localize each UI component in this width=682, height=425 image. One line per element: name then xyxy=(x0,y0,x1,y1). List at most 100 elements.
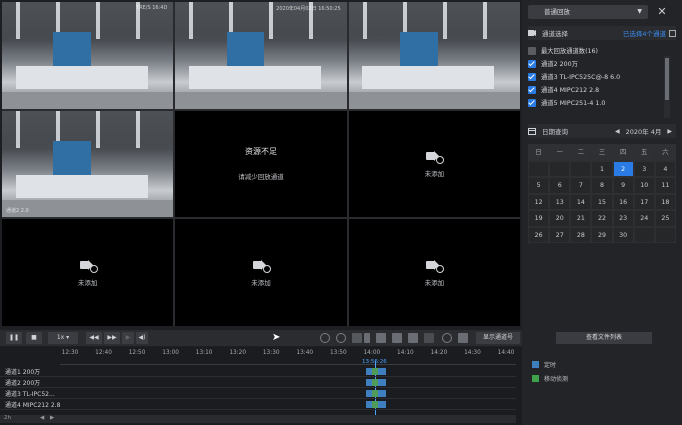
slow-button[interactable]: ◀◀ xyxy=(86,332,102,344)
channel-item[interactable]: 通道5 MIPC251-4 1.0 xyxy=(528,96,666,109)
calendar-day[interactable]: 30 xyxy=(612,226,634,243)
track-row[interactable]: 通道2 200万 xyxy=(0,377,516,388)
channel-scrollbar[interactable] xyxy=(664,56,670,118)
zoom-icon[interactable] xyxy=(336,333,346,343)
timeline[interactable]: 12:30 12:40 12:50 13:00 13:10 13:20 13:30 13:40… xyxy=(0,347,522,425)
show-channel-button[interactable]: 显示通道号 xyxy=(476,332,520,344)
speed-select[interactable]: 1x ▾ xyxy=(48,332,78,344)
track-label: 通道4 MIPC212 2.8 xyxy=(5,402,61,409)
calendar-day[interactable]: 11 xyxy=(654,177,676,194)
time-tick: 13:00 xyxy=(162,350,179,356)
zoom-in-icon[interactable] xyxy=(442,333,452,343)
checkbox-icon[interactable] xyxy=(528,98,536,107)
date-query-title: 日期查询 xyxy=(542,128,568,136)
video-cell[interactable]: 未添加 xyxy=(2,219,174,326)
calendar-day[interactable]: 22 xyxy=(591,210,613,227)
calendar-day[interactable]: 17 xyxy=(633,193,655,210)
tag-icon[interactable] xyxy=(392,333,402,343)
recording-segment[interactable] xyxy=(366,390,386,397)
calendar-day[interactable]: 13 xyxy=(549,193,571,210)
calendar-day[interactable]: 5 xyxy=(528,177,550,194)
playback-mode-select[interactable]: 普通回放 ▼ xyxy=(528,5,648,19)
video-cell[interactable] xyxy=(348,2,520,109)
close-button[interactable]: ✕ xyxy=(654,4,670,20)
zoom-prev-icon[interactable]: ◀ xyxy=(40,415,44,421)
calendar-day[interactable]: 4 xyxy=(654,160,676,177)
calendar-day[interactable]: 24 xyxy=(633,210,655,227)
legend-motion-label: 移动侦测 xyxy=(544,376,569,383)
video-cell[interactable]: 未添加 xyxy=(348,110,520,218)
video-cell[interactable]: TRE/S 16:4D xyxy=(2,2,174,109)
calendar-day[interactable]: 25 xyxy=(654,210,676,227)
marker-icon[interactable] xyxy=(364,333,370,343)
video-cell[interactable]: 通道2 2.0 xyxy=(2,110,174,218)
checkbox-icon[interactable] xyxy=(528,85,536,94)
fullscreen-icon[interactable] xyxy=(458,333,468,343)
video-cell[interactable]: 2020年04月02日 16:50:25 xyxy=(175,2,347,109)
step-button[interactable]: ▶ xyxy=(122,332,134,344)
calendar-day[interactable]: 23 xyxy=(612,210,634,227)
delete-icon[interactable] xyxy=(424,333,434,343)
calendar-day[interactable]: 20 xyxy=(549,210,571,227)
video-cell[interactable]: 未添加 xyxy=(175,219,347,326)
channel-stamp: 通道2 2.0 xyxy=(6,208,29,215)
track-row[interactable]: 通道4 MIPC212 2.8 xyxy=(0,399,516,410)
calendar-day[interactable]: 2 xyxy=(612,160,634,177)
filter-icon[interactable] xyxy=(352,333,362,343)
calendar-day[interactable]: 14 xyxy=(570,193,592,210)
channel-item[interactable]: 最大回放通道数(16) xyxy=(528,44,666,57)
calendar-day[interactable]: 27 xyxy=(549,226,571,243)
fast-button[interactable]: ▶▶ xyxy=(104,332,120,344)
calendar-day[interactable]: 18 xyxy=(654,193,676,210)
calendar-day[interactable]: 19 xyxy=(528,210,550,227)
lock-icon[interactable] xyxy=(376,333,386,343)
calendar-day[interactable]: 16 xyxy=(612,193,634,210)
calendar-day[interactable]: 28 xyxy=(570,226,592,243)
calendar-day[interactable]: 7 xyxy=(570,177,592,194)
channel-label: 最大回放通道数(16) xyxy=(541,48,599,55)
recording-segment[interactable] xyxy=(366,368,386,375)
calendar-day[interactable]: 9 xyxy=(612,177,634,194)
track-row[interactable]: 通道3 TL-IPC52... xyxy=(0,388,516,399)
calendar-day[interactable]: 12 xyxy=(528,193,550,210)
channel-select-title: 通道选择 xyxy=(542,30,568,38)
zoom-next-icon[interactable]: ▶ xyxy=(50,415,54,421)
time-tick: 13:30 xyxy=(262,350,280,356)
speed-value: 1x xyxy=(56,334,65,341)
calendar-day[interactable]: 6 xyxy=(549,177,571,194)
prev-month-icon[interactable]: ◀ xyxy=(615,128,620,135)
resource-warning-title: 资源不足 xyxy=(244,147,277,157)
time-ruler[interactable]: 12:30 12:40 12:50 13:00 13:10 13:20 13:30 13:40… xyxy=(60,347,516,365)
screenshot-icon[interactable] xyxy=(320,333,330,343)
channel-item[interactable]: 通道3 TL-IPC525C@-8 6.0 xyxy=(528,70,666,83)
checkbox-icon[interactable] xyxy=(528,59,536,68)
video-cell[interactable]: 资源不足 请减少回放通道 xyxy=(175,110,347,218)
time-tick: 14:00 xyxy=(363,350,381,356)
zoom-label: 2h xyxy=(4,415,11,421)
channel-item[interactable]: 通道2 200万 xyxy=(528,57,666,70)
calendar-day[interactable]: 3 xyxy=(633,160,655,177)
calendar-day[interactable]: 1 xyxy=(591,160,613,177)
zoom-bar[interactable]: 2h ◀ ▶ xyxy=(0,415,516,423)
clip-icon[interactable] xyxy=(408,333,418,343)
checkbox-icon[interactable] xyxy=(528,46,536,55)
channel-item[interactable]: 通道4 MIPC212 2.8 xyxy=(528,83,666,96)
checkbox-icon[interactable] xyxy=(528,72,536,81)
pause-button[interactable]: ❚❚ xyxy=(6,332,22,344)
recording-segment[interactable] xyxy=(366,401,386,408)
calendar-day[interactable]: 8 xyxy=(591,177,613,194)
calendar-day[interactable]: 21 xyxy=(570,210,592,227)
calendar-day[interactable]: 15 xyxy=(591,193,613,210)
file-list-button[interactable]: 查看文件列表 xyxy=(556,332,652,344)
track-label: 通道3 TL-IPC52... xyxy=(5,391,55,398)
next-month-icon[interactable]: ▶ xyxy=(667,128,672,135)
dropdown-icon[interactable] xyxy=(669,29,676,37)
recording-segment[interactable] xyxy=(366,379,386,386)
volume-icon[interactable]: ◀) xyxy=(136,332,148,344)
stop-button[interactable]: ■ xyxy=(26,332,42,344)
video-cell[interactable]: 未添加 xyxy=(348,219,520,326)
calendar-day[interactable]: 26 xyxy=(528,226,550,243)
calendar-day[interactable]: 29 xyxy=(591,226,613,243)
calendar-day[interactable]: 10 xyxy=(633,177,655,194)
track-row[interactable]: 通道1 200万 xyxy=(0,366,516,377)
